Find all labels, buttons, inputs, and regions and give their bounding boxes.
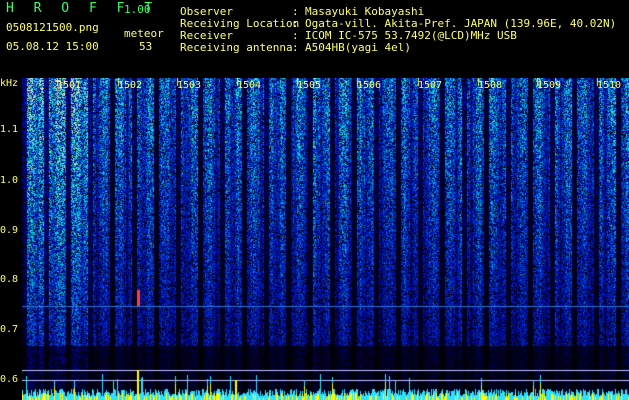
x-tick-label: 1508 xyxy=(478,80,503,91)
y-tick-label: 0.9 xyxy=(0,225,19,236)
spectrogram-canvas xyxy=(22,78,629,400)
x-tick-label: 1505 xyxy=(297,80,322,91)
x-tick-label: 1501 xyxy=(57,80,82,91)
filename-label: 0508121500.png xyxy=(6,21,99,34)
app-version: 1.00 xyxy=(124,3,151,16)
x-tick-label: 1509 xyxy=(537,80,562,91)
x-tick-label: 1506 xyxy=(357,80,382,91)
y-tick-label: 1.1 xyxy=(0,124,19,135)
meteor-count: 53 xyxy=(139,40,153,53)
axis-unit-label: kHz xyxy=(0,78,19,89)
info-value-antenna: A504HB(yagi 4el) xyxy=(305,41,411,54)
header-panel: H R O F F T 1.00 0508121500.png meteor 0… xyxy=(0,0,629,76)
datetime-label: 05.08.12 15:00 xyxy=(6,40,99,53)
x-tick-label: 1502 xyxy=(118,80,143,91)
info-label-antenna: Receiving antenna xyxy=(180,41,293,54)
spectrogram-display xyxy=(22,78,629,400)
x-tick-label: 1504 xyxy=(237,80,262,91)
x-tick-label: 1503 xyxy=(177,80,202,91)
y-tick-label: 0.8 xyxy=(0,274,19,285)
x-tick-label: 1507 xyxy=(418,80,443,91)
y-tick-label: 1.0 xyxy=(0,175,19,186)
meteor-label: meteor xyxy=(124,27,164,40)
info-sep: : xyxy=(292,41,299,54)
y-tick-label: 0.6 xyxy=(0,374,19,385)
frequency-axis: kHz 1.1 1.0 0.9 0.8 0.7 0.6 xyxy=(0,78,22,400)
x-tick-label: 1510 xyxy=(597,80,622,91)
y-tick-label: 0.7 xyxy=(0,324,19,335)
